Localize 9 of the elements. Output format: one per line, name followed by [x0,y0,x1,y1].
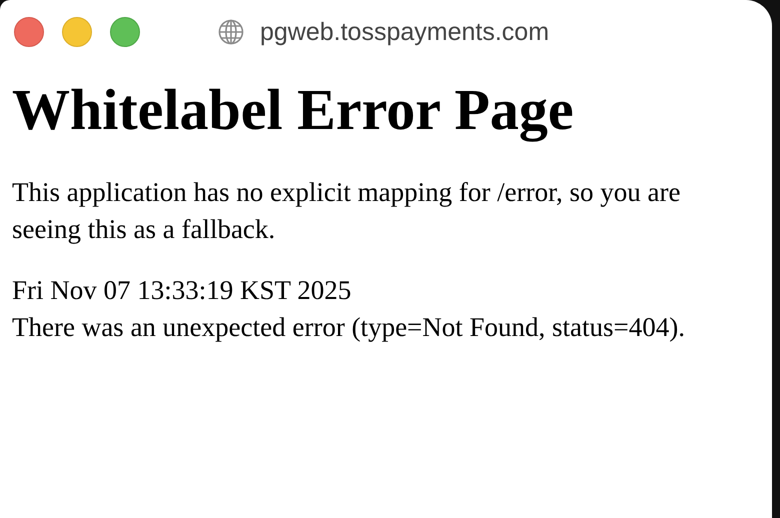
address-text[interactable]: pgweb.tosspayments.com [260,18,550,46]
timestamp-text: Fri Nov 07 13:33:19 KST 2025 [12,274,352,307]
error-details: There was an unexpected error (type=Not Found, status=404). [12,310,686,344]
globe-icon [218,19,244,45]
close-button[interactable] [14,17,44,47]
error-description: This application has no explicit mapping for /error, so you are seeing this as a fallback. [12,176,682,246]
page-heading: Whitelabel Error Page [12,78,575,142]
zoom-button[interactable] [110,17,140,47]
minimize-button[interactable] [62,17,92,47]
